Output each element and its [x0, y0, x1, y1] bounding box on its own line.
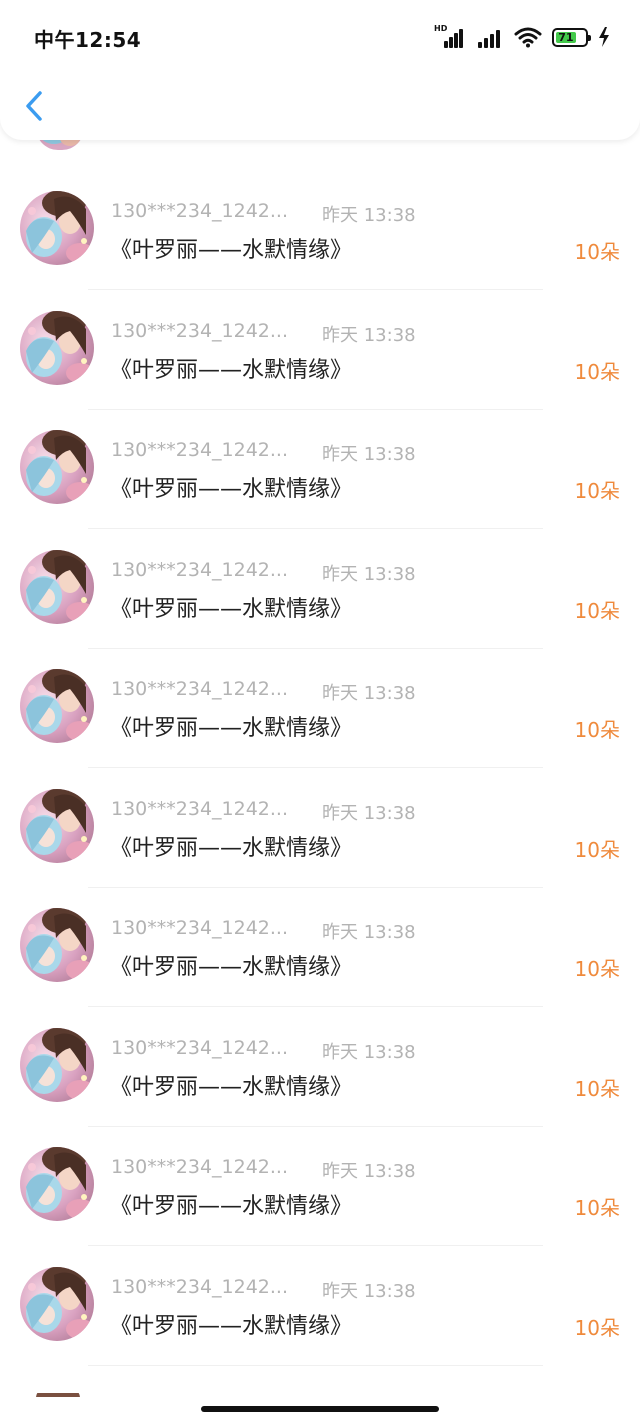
user-name: 130***234_1242...: [111, 797, 289, 820]
timestamp: 昨天 13:38: [322, 683, 416, 704]
avatar[interactable]: [20, 310, 94, 385]
home-indicator[interactable]: [201, 1406, 439, 1412]
gift-amount: 10朵: [574, 240, 620, 264]
user-name: 130***234_1242...: [111, 558, 289, 581]
gift-amount: 10朵: [574, 837, 620, 862]
gift-amount: 10朵: [574, 1076, 620, 1101]
battery-level: 71: [556, 31, 576, 44]
user-name: 130***234_1242...: [111, 1275, 289, 1298]
gift-amount: 10朵: [574, 479, 620, 503]
status-bar: 中午12:54 HD 71: [0, 0, 640, 76]
gift-amount: 10朵: [574, 1315, 620, 1340]
gift-amount: 10朵: [574, 957, 620, 981]
book-title: 《叶罗丽——水默情缘》: [110, 1074, 353, 1100]
cellular-signal-icon: [474, 26, 504, 48]
status-time: 中午12:54: [34, 28, 142, 52]
gift-record-row[interactable]: 130***234_1242... 昨天 13:38 《叶罗丽——水默情缘》 1…: [0, 509, 640, 649]
gift-record-row[interactable]: 130***234_1242... 昨天 13:38 《叶罗丽——水默情缘》 1…: [0, 150, 640, 290]
avatar[interactable]: [20, 1147, 94, 1221]
gift-amount: 10朵: [574, 1196, 620, 1220]
avatar[interactable]: [20, 430, 94, 504]
book-title: 《叶罗丽——水默情缘》: [110, 477, 353, 502]
gift-amount: 10朵: [574, 359, 620, 384]
timestamp: 昨天 13:38: [322, 922, 416, 943]
network-badge: HD: [434, 24, 448, 33]
book-title: 《叶罗丽——水默情缘》: [110, 238, 353, 263]
book-title: 《叶罗丽——水默情缘》: [110, 835, 353, 861]
timestamp: 昨天 13:38: [322, 1161, 416, 1182]
timestamp: 昨天 13:38: [322, 802, 416, 824]
gift-record-row[interactable]: 130***234_1242... 昨天 13:38 《叶罗丽——水默情缘》 1…: [0, 270, 640, 410]
avatar[interactable]: [20, 549, 94, 624]
book-title: 《叶罗丽——水默情缘》: [110, 357, 353, 383]
avatar[interactable]: [20, 1027, 94, 1102]
gift-amount: 10朵: [574, 598, 620, 623]
avatar[interactable]: [20, 1266, 94, 1341]
user-name: 130***234_1242...: [111, 678, 289, 700]
user-name: 130***234_1242...: [111, 319, 289, 342]
timestamp: 昨天 13:38: [322, 324, 416, 346]
avatar[interactable]: [20, 191, 94, 265]
gift-record-row[interactable]: 130***234_1242... 昨天 13:38 《叶罗丽——水默情缘》 1…: [0, 628, 640, 768]
gift-list[interactable]: 130***234_1242... 昨天 13:38 《叶罗丽——水默情缘》 1…: [0, 150, 640, 1366]
cellular-signal-icon: HD: [434, 24, 464, 48]
charging-icon: [599, 27, 609, 47]
timestamp: 昨天 13:38: [322, 563, 416, 585]
gift-record-row[interactable]: 130***234_1242... 昨天 13:38 《叶罗丽——水默情缘》 1…: [0, 748, 640, 888]
book-title: 《叶罗丽——水默情缘》: [110, 955, 353, 980]
book-title: 《叶罗丽——水默情缘》: [110, 596, 353, 622]
divider: [88, 1364, 543, 1366]
timestamp: 昨天 13:38: [322, 444, 416, 465]
screen: 中午12:54 HD 71 130***234_1242... 昨天 13:38…: [0, 0, 640, 1423]
book-title: 《叶罗丽——水默情缘》: [110, 716, 353, 741]
book-title: 《叶罗丽——水默情缘》: [110, 1313, 353, 1339]
gift-record-row[interactable]: 130***234_1242... 昨天 13:38 《叶罗丽——水默情缘》 1…: [0, 1106, 640, 1246]
wifi-icon: [514, 27, 542, 48]
user-name: 130***234_1242...: [111, 439, 289, 461]
user-name: 130***234_1242...: [111, 917, 289, 939]
user-name: 130***234_1242...: [111, 200, 289, 222]
gift-record-row[interactable]: 130***234_1242... 昨天 13:38 《叶罗丽——水默情缘》 1…: [0, 1226, 640, 1366]
gift-record-row[interactable]: 130***234_1242... 昨天 13:38 《叶罗丽——水默情缘》 1…: [0, 987, 640, 1127]
status-icons: HD 71: [434, 24, 610, 49]
back-button[interactable]: [18, 86, 54, 126]
user-name: 130***234_1242...: [111, 1156, 289, 1178]
gift-record-row[interactable]: 130***234_1242... 昨天 13:38 《叶罗丽——水默情缘》 1…: [0, 867, 640, 1007]
chevron-left-icon: [26, 91, 42, 121]
timestamp: 昨天 13:38: [322, 1280, 416, 1302]
avatar[interactable]: [20, 669, 94, 743]
avatar[interactable]: [20, 788, 94, 863]
timestamp: 昨天 13:38: [322, 1041, 416, 1063]
timestamp: 昨天 13:38: [322, 205, 416, 226]
avatar[interactable]: [20, 908, 94, 982]
gift-record-row[interactable]: 130***234_1242... 昨天 13:38 《叶罗丽——水默情缘》 1…: [0, 389, 640, 529]
book-title: 《叶罗丽——水默情缘》: [110, 1194, 353, 1219]
gift-amount: 10朵: [574, 718, 620, 742]
battery-icon: 71: [552, 27, 591, 47]
user-name: 130***234_1242...: [111, 1036, 289, 1059]
